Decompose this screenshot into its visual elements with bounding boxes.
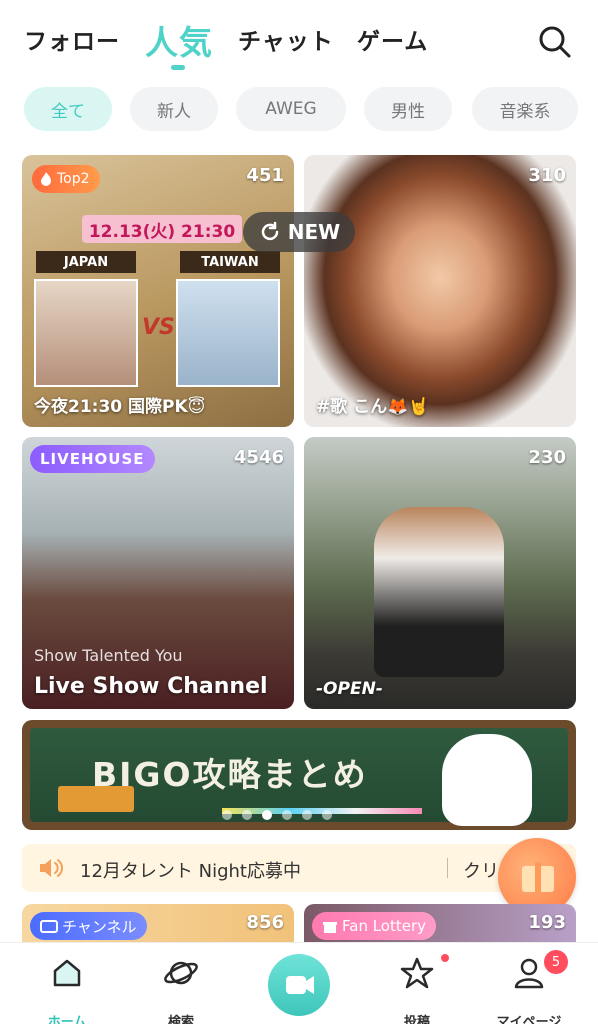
- pagination-dot[interactable]: [302, 810, 312, 820]
- tab-popular[interactable]: 人気: [145, 16, 213, 64]
- announcement-bar[interactable]: 12月タレント Night応募中 クリスマ: [22, 844, 576, 892]
- livehouse-badge: LIVEHOUSE: [30, 445, 155, 473]
- refresh-icon: [261, 221, 279, 241]
- divider: [447, 858, 448, 878]
- viewer-count: 193: [528, 912, 566, 933]
- viewer-count: 230: [528, 447, 566, 468]
- pagination-dot[interactable]: [322, 810, 332, 820]
- channel-subtitle: Show Talented You: [34, 646, 183, 665]
- flame-icon: [41, 172, 51, 186]
- notification-dot: [441, 954, 449, 962]
- live-card[interactable]: 310 #歌 こん🦊🤘: [304, 155, 576, 427]
- tab-label: ホーム: [47, 1015, 87, 1024]
- refresh-new-button[interactable]: NEW: [243, 212, 355, 252]
- stream-thumbnail: [22, 437, 294, 709]
- tab-label: 検索: [167, 1015, 194, 1024]
- viewer-count: 310: [528, 165, 566, 186]
- stream-thumbnail: [304, 155, 576, 427]
- event-date: 12.13(火) 21:30: [82, 215, 242, 243]
- pagination-dot[interactable]: [222, 810, 232, 820]
- team-label-taiwan: TAIWAN: [180, 251, 280, 273]
- speaker-icon: [40, 859, 63, 877]
- streamer-figure: [374, 507, 504, 677]
- tv-icon: [40, 920, 58, 933]
- streamer-photo: [34, 279, 138, 387]
- rank-badge: Top2: [32, 165, 100, 193]
- fan-lottery-label: Fan Lottery: [342, 917, 427, 935]
- team-label-japan: JAPAN: [36, 251, 136, 273]
- tab-post[interactable]: 投稿: [372, 955, 462, 1024]
- home-icon: [53, 959, 81, 987]
- rank-label: Top2: [57, 171, 90, 187]
- top-navigation: フォロー 人気 チャット ゲーム: [0, 0, 598, 80]
- viewer-count: 4546: [233, 447, 284, 468]
- stream-caption: 今夜21:30 国際PK😇: [34, 397, 206, 417]
- channel-badge: チャンネル: [30, 912, 147, 940]
- tab-game[interactable]: ゲーム: [357, 22, 428, 56]
- planet-icon: [164, 961, 198, 985]
- star-icon: [400, 957, 434, 989]
- live-card[interactable]: Fan Lottery 193: [304, 904, 576, 942]
- stream-caption: #歌 こん🦊🤘: [316, 397, 430, 417]
- channel-badge-label: チャンネル: [62, 917, 137, 936]
- live-card[interactable]: 12.13(火) 21:30 JAPAN TAIWAN VS Top2 451 …: [22, 155, 294, 427]
- filter-male[interactable]: 男性: [364, 87, 452, 131]
- tab-label: 投稿: [403, 1015, 430, 1024]
- tab-follow[interactable]: フォロー: [24, 22, 120, 56]
- pagination-dot-active[interactable]: [262, 810, 272, 820]
- vs-mark: VS: [142, 315, 175, 340]
- viewer-count: 856: [246, 912, 284, 933]
- tab-home[interactable]: ホーム: [22, 955, 112, 1024]
- books-icon: [58, 786, 134, 812]
- announcement-text: 12月タレント Night応募中: [80, 861, 301, 882]
- active-tab-indicator: [171, 65, 185, 70]
- filter-all[interactable]: 全て: [24, 87, 112, 131]
- tab-label: マイページ: [496, 1015, 562, 1024]
- viewer-count: 451: [246, 165, 284, 186]
- live-card[interactable]: 230 -OPEN-: [304, 437, 576, 709]
- stream-caption: -OPEN-: [316, 679, 383, 699]
- filter-music[interactable]: 音楽系: [472, 87, 578, 131]
- filter-new[interactable]: 新人: [130, 87, 218, 131]
- pagination-dot[interactable]: [242, 810, 252, 820]
- live-card[interactable]: チャンネル 856: [22, 904, 294, 942]
- tab-explore[interactable]: 検索: [136, 955, 226, 1024]
- gift-icon: [323, 922, 337, 933]
- tab-chat[interactable]: チャット: [238, 22, 334, 56]
- banner-pagination: [222, 810, 332, 820]
- search-icon[interactable]: [535, 22, 575, 62]
- pagination-dot[interactable]: [282, 810, 292, 820]
- streamer-photo: [176, 279, 280, 387]
- new-label: NEW: [287, 220, 341, 244]
- camera-icon: [286, 976, 314, 994]
- stream-caption: Live Show Channel: [34, 674, 268, 699]
- live-card[interactable]: LIVEHOUSE 4546 Show Talented You Live Sh…: [22, 437, 294, 709]
- profile-icon: [514, 958, 544, 989]
- unread-count-badge: 5: [544, 950, 568, 974]
- filter-aweg[interactable]: AWEG: [236, 87, 346, 131]
- go-live-button[interactable]: [268, 954, 330, 1016]
- mascot-icon: [442, 734, 532, 826]
- fan-lottery-badge: Fan Lottery: [312, 912, 437, 940]
